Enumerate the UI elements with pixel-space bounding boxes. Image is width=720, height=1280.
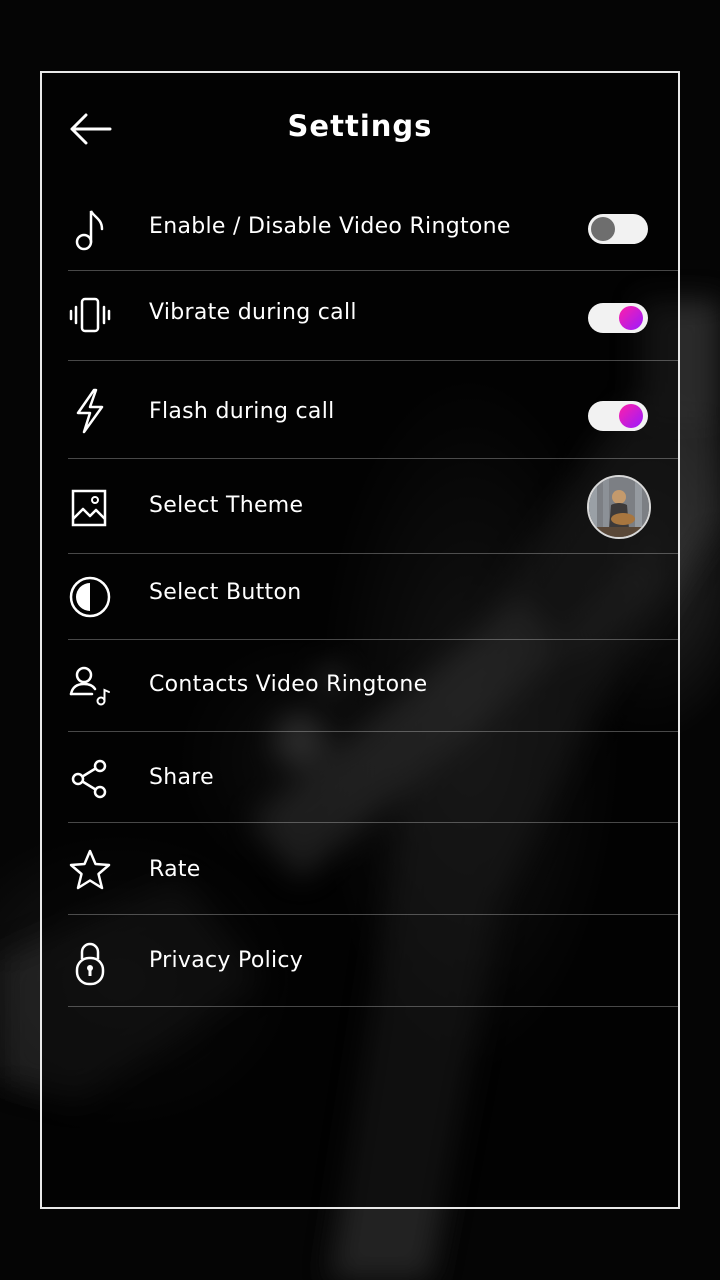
lock-icon: [68, 939, 112, 986]
setting-label: Rate: [149, 857, 201, 882]
setting-label: Enable / Disable Video Ringtone: [149, 214, 511, 239]
setting-row-rate[interactable]: Rate: [68, 823, 678, 915]
flash-toggle[interactable]: [588, 401, 648, 431]
setting-row-theme[interactable]: Select Theme: [68, 459, 678, 554]
contact-music-icon: [68, 664, 112, 708]
setting-row-share[interactable]: Share: [68, 732, 678, 823]
share-icon: [68, 757, 112, 801]
setting-row-button[interactable]: Select Button: [68, 554, 678, 640]
setting-label: Contacts Video Ringtone: [149, 672, 428, 697]
music-note-icon: [68, 205, 112, 251]
half-circle-icon: [68, 575, 112, 619]
toggle-knob: [619, 306, 643, 330]
setting-row-video-ringtone[interactable]: Enable / Disable Video Ringtone: [68, 185, 678, 271]
flash-icon: [68, 387, 112, 434]
setting-label: Vibrate during call: [149, 300, 357, 325]
setting-label: Select Theme: [149, 493, 304, 518]
setting-row-flash[interactable]: Flash during call: [68, 361, 678, 459]
setting-row-privacy-policy[interactable]: Privacy Policy: [68, 915, 678, 1007]
setting-row-contacts-ringtone[interactable]: Contacts Video Ringtone: [68, 640, 678, 732]
settings-list: Enable / Disable Video Ringtone Vibrate …: [68, 185, 678, 1007]
settings-panel: Settings Enable / Disable Video Ringtone: [40, 71, 680, 1209]
setting-label: Privacy Policy: [149, 948, 304, 973]
star-icon: [68, 848, 112, 892]
vibrate-toggle[interactable]: [588, 303, 648, 333]
video-ringtone-toggle[interactable]: [588, 214, 648, 244]
setting-row-vibrate[interactable]: Vibrate during call: [68, 271, 678, 361]
page-title: Settings: [287, 109, 433, 143]
vibrate-icon: [68, 293, 112, 337]
settings-screen: Settings Enable / Disable Video Ringtone: [0, 0, 720, 1280]
header: Settings: [42, 73, 678, 183]
toggle-knob: [619, 404, 643, 428]
setting-label: Select Button: [149, 580, 302, 605]
toggle-knob: [591, 217, 615, 241]
theme-thumbnail[interactable]: [587, 475, 651, 539]
image-icon: [68, 487, 112, 531]
setting-label: Share: [149, 765, 214, 790]
setting-label: Flash during call: [149, 399, 335, 424]
